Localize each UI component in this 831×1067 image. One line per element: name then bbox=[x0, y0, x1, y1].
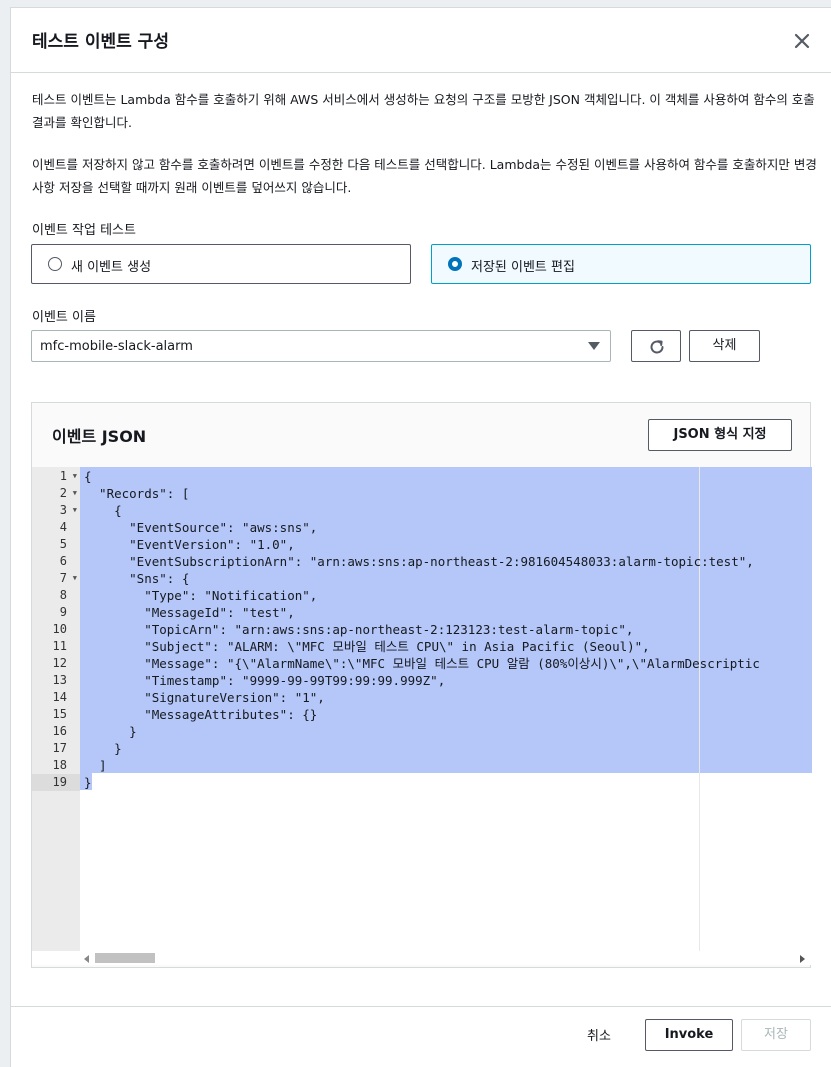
line-number: 15 bbox=[52, 707, 67, 721]
modal-footer: 취소 Invoke 저장 bbox=[11, 1006, 831, 1067]
gutter-row: 17 bbox=[32, 740, 80, 757]
code-line: "Subject": "ALARM: \"MFC 모바일 테스트 CPU\" i… bbox=[84, 639, 650, 654]
close-icon[interactable] bbox=[791, 30, 813, 52]
code-line: "Records": [ bbox=[84, 486, 190, 501]
invoke-button[interactable]: Invoke bbox=[645, 1019, 733, 1051]
modal-description-1: 테스트 이벤트는 Lambda 함수를 호출하기 위해 AWS 서비스에서 생성… bbox=[32, 92, 815, 130]
radio-label-create: 새 이벤트 생성 bbox=[71, 260, 152, 275]
line-number: 6 bbox=[59, 554, 67, 568]
line-number: 17 bbox=[52, 741, 67, 755]
editor-gutter: 1 ▼ 2 ▼ 3 ▼ 4 5 6 7 ▼ 8 9 10 11 12 13 14 15 16 17 18 19 bbox=[32, 467, 80, 951]
event-action-label: 이벤트 작업 테스트 bbox=[32, 223, 136, 238]
radio-label-edit: 저장된 이벤트 편집 bbox=[471, 260, 575, 275]
code-line: { bbox=[84, 469, 92, 484]
line-number: 7 bbox=[59, 571, 67, 585]
scroll-right-icon[interactable] bbox=[800, 955, 805, 963]
radio-unselected-icon bbox=[48, 257, 62, 271]
fold-toggle-icon[interactable]: ▼ bbox=[73, 485, 77, 502]
code-line: "Message": "{\"AlarmName\":\"MFC 모바일 테스트… bbox=[84, 656, 760, 671]
line-number: 4 bbox=[59, 520, 67, 534]
gutter-row: 8 bbox=[32, 587, 80, 604]
gutter-row: 11 bbox=[32, 638, 80, 655]
event-name-label: 이벤트 이름 bbox=[32, 310, 96, 325]
gutter-row: 7 ▼ bbox=[32, 570, 80, 587]
horizontal-scrollbar[interactable] bbox=[32, 951, 812, 965]
line-number: 13 bbox=[52, 673, 67, 687]
line-number: 8 bbox=[59, 588, 67, 602]
radio-create-new-event[interactable]: 새 이벤트 생성 bbox=[31, 244, 411, 284]
gutter-row: 16 bbox=[32, 723, 80, 740]
line-number: 19 bbox=[52, 775, 67, 789]
line-number: 10 bbox=[52, 622, 67, 636]
line-number: 1 bbox=[59, 469, 67, 483]
line-number: 2 bbox=[59, 486, 67, 500]
refresh-icon bbox=[650, 340, 664, 354]
event-name-select[interactable]: mfc-mobile-slack-alarm bbox=[31, 330, 611, 362]
scroll-thumb[interactable] bbox=[95, 953, 155, 963]
refresh-button[interactable] bbox=[631, 330, 681, 362]
line-number: 16 bbox=[52, 724, 67, 738]
code-line: "Sns": { bbox=[84, 571, 190, 586]
modal-description-2: 이벤트를 저장하지 않고 함수를 호출하려면 이벤트를 수정한 다음 테스트를 … bbox=[32, 157, 817, 195]
line-number: 18 bbox=[52, 758, 67, 772]
gutter-row: 6 bbox=[32, 553, 80, 570]
gutter-row: 10 bbox=[32, 621, 80, 638]
code-line: ] bbox=[84, 758, 107, 773]
code-line: "TopicArn": "arn:aws:sns:ap-northeast-2:… bbox=[84, 622, 634, 637]
event-json-title: 이벤트 JSON bbox=[52, 427, 147, 446]
gutter-row: 13 bbox=[32, 672, 80, 689]
gutter-row: 2 ▼ bbox=[32, 485, 80, 502]
radio-edit-saved-event[interactable]: 저장된 이벤트 편집 bbox=[431, 244, 811, 284]
gutter-row: 19 bbox=[32, 774, 80, 791]
gutter-row: 9 bbox=[32, 604, 80, 621]
code-line: { bbox=[84, 503, 122, 518]
line-number: 5 bbox=[59, 537, 67, 551]
radio-selected-icon bbox=[448, 257, 462, 271]
delete-button[interactable]: 삭제 bbox=[689, 330, 760, 362]
json-code-editor[interactable]: 1 ▼ 2 ▼ 3 ▼ 4 5 6 7 ▼ 8 9 10 11 12 13 14 15 16 17 18 19 { "Rec… bbox=[32, 467, 812, 951]
scroll-left-icon[interactable] bbox=[84, 955, 89, 963]
gutter-row: 3 ▼ bbox=[32, 502, 80, 519]
code-line: "EventVersion": "1.0", bbox=[84, 537, 295, 552]
line-number: 11 bbox=[52, 639, 67, 653]
code-line: "EventSource": "aws:sns", bbox=[84, 520, 318, 535]
gutter-row: 5 bbox=[32, 536, 80, 553]
print-margin bbox=[699, 467, 700, 951]
format-json-button[interactable]: JSON 형식 지정 bbox=[648, 419, 792, 451]
code-line: } bbox=[84, 775, 92, 790]
gutter-row: 18 bbox=[32, 757, 80, 774]
code-line: "Type": "Notification", bbox=[84, 588, 318, 603]
code-line: "Timestamp": "9999-99-99T99:99:99.999Z", bbox=[84, 673, 446, 688]
save-button[interactable]: 저장 bbox=[741, 1019, 811, 1051]
modal-header: 테스트 이벤트 구성 bbox=[11, 8, 831, 73]
gutter-row: 14 bbox=[32, 689, 80, 706]
caret-down-icon bbox=[588, 342, 600, 350]
fold-toggle-icon[interactable]: ▼ bbox=[73, 468, 77, 485]
fold-toggle-icon[interactable]: ▼ bbox=[73, 570, 77, 587]
line-number: 9 bbox=[59, 605, 67, 619]
gutter-row: 1 ▼ bbox=[32, 468, 80, 485]
test-event-modal: 테스트 이벤트 구성 테스트 이벤트는 Lambda 함수를 호출하기 위해 A… bbox=[10, 7, 831, 1067]
event-name-value: mfc-mobile-slack-alarm bbox=[40, 339, 193, 354]
line-number: 14 bbox=[52, 690, 67, 704]
line-number: 3 bbox=[59, 503, 67, 517]
event-json-panel: 이벤트 JSON JSON 형식 지정 1 ▼ 2 ▼ 3 ▼ 4 5 6 7 ▼ 8 9 10 11 12 1… bbox=[31, 402, 812, 968]
code-line: "SignatureVersion": "1", bbox=[84, 690, 325, 705]
code-line: } bbox=[84, 724, 137, 739]
code-line: } bbox=[84, 741, 122, 756]
fold-toggle-icon[interactable]: ▼ bbox=[73, 502, 77, 519]
code-line: "EventSubscriptionArn": "arn:aws:sns:ap-… bbox=[84, 554, 754, 569]
gutter-row: 15 bbox=[32, 706, 80, 723]
line-number: 12 bbox=[52, 656, 67, 670]
code-line: "MessageId": "test", bbox=[84, 605, 295, 620]
code-line: "MessageAttributes": {} bbox=[84, 707, 318, 722]
gutter-row: 12 bbox=[32, 655, 80, 672]
modal-title: 테스트 이벤트 구성 bbox=[32, 32, 169, 52]
cancel-button[interactable]: 취소 bbox=[587, 1025, 611, 1044]
gutter-row: 4 bbox=[32, 519, 80, 536]
